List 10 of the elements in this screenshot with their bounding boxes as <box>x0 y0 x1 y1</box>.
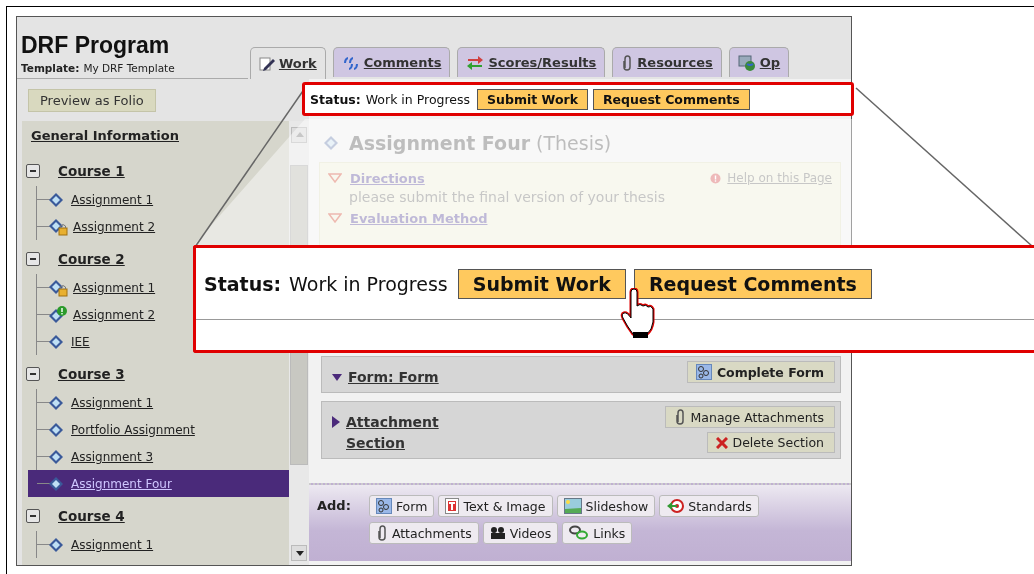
status-label: Status: <box>204 272 282 295</box>
template-name: My DRF Template <box>83 62 175 74</box>
template-label: Template: <box>21 62 80 74</box>
add-label: Add: <box>317 497 351 513</box>
status-value: Work in Progress <box>289 272 448 295</box>
status-value: Work in Progress <box>365 91 471 107</box>
assignment-title: Assignment Four <box>349 132 531 154</box>
status-label: Status: <box>310 91 361 107</box>
program-title: DRF Program <box>21 32 171 58</box>
assignment-subtitle: (Thesis) <box>536 132 612 154</box>
